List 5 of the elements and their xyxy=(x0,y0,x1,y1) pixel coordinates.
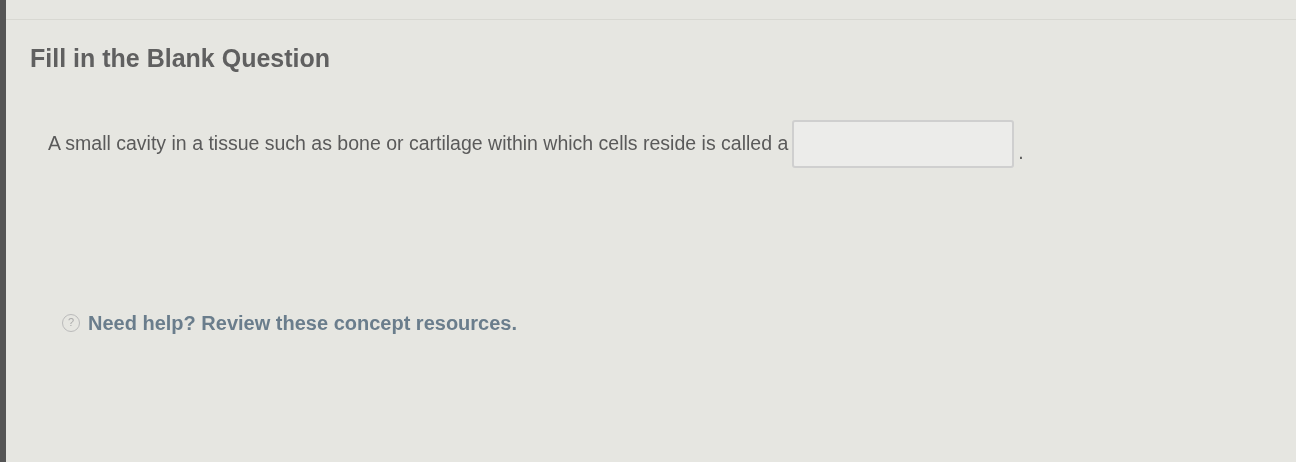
help-link[interactable]: Need help? Review these concept resources. xyxy=(88,307,518,338)
answer-box[interactable] xyxy=(792,119,1015,168)
question-text: A small cavity in a tissue such as bone or cartilage within which cells reside is called a xyxy=(48,130,789,156)
period-text: . xyxy=(1018,140,1024,166)
question-heading: Fill in the Blank Question xyxy=(30,43,332,74)
